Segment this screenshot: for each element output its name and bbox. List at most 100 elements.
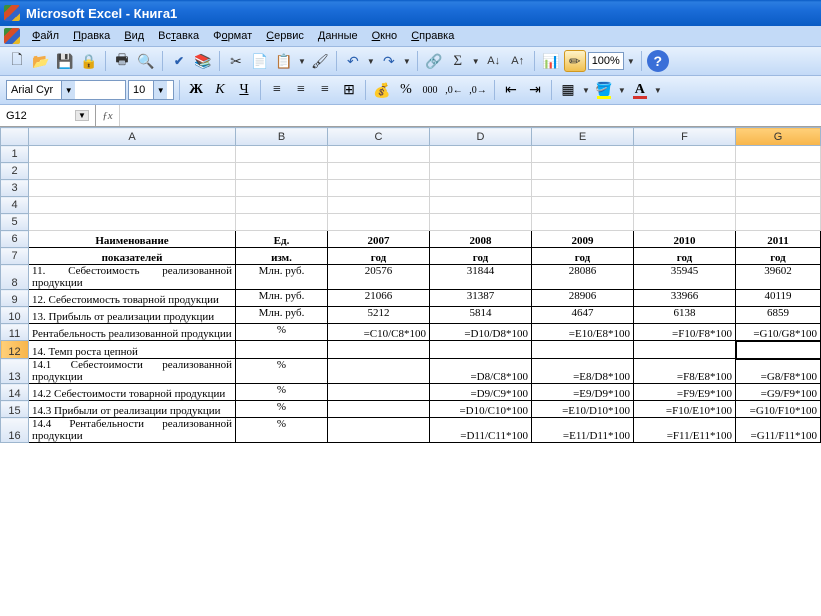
column-header[interactable]: F bbox=[634, 128, 736, 146]
table-header-cell[interactable]: показателей bbox=[29, 248, 236, 265]
autosum-dropdown[interactable]: ▼ bbox=[471, 57, 481, 66]
bold-button[interactable]: Ж bbox=[185, 79, 207, 101]
borders-button[interactable]: ▦ bbox=[557, 79, 579, 101]
align-left-button[interactable]: ≡ bbox=[266, 79, 288, 101]
cell[interactable]: 6138 bbox=[634, 307, 736, 324]
align-right-button[interactable]: ≡ bbox=[314, 79, 336, 101]
copy-button[interactable]: 📄 bbox=[249, 50, 271, 72]
cell[interactable] bbox=[328, 418, 430, 443]
table-header-cell[interactable]: 2007 bbox=[328, 231, 430, 248]
cell[interactable]: % bbox=[236, 359, 328, 384]
cell[interactable]: 31844 bbox=[430, 265, 532, 290]
row-header[interactable]: 2 bbox=[1, 163, 29, 180]
row-header[interactable]: 12 bbox=[1, 341, 29, 359]
align-center-button[interactable]: ≡ bbox=[290, 79, 312, 101]
cell[interactable]: =D10/D8*100 bbox=[430, 324, 532, 341]
cell[interactable]: 5814 bbox=[430, 307, 532, 324]
cell[interactable]: =F9/E9*100 bbox=[634, 384, 736, 401]
underline-button[interactable]: Ч bbox=[233, 79, 255, 101]
cell[interactable]: =G9/F9*100 bbox=[736, 384, 821, 401]
cell[interactable]: 12. Себестоимость товарной продукции bbox=[29, 290, 236, 307]
save-button[interactable]: 💾 bbox=[54, 50, 76, 72]
cell[interactable]: =G8/F8*100 bbox=[736, 359, 821, 384]
undo-button[interactable]: ↶ bbox=[342, 50, 364, 72]
undo-dropdown[interactable]: ▼ bbox=[366, 57, 376, 66]
cell[interactable]: 5212 bbox=[328, 307, 430, 324]
cell[interactable]: =F10/E10*100 bbox=[634, 401, 736, 418]
cell[interactable] bbox=[328, 401, 430, 418]
increase-indent-button[interactable]: ⇥ bbox=[524, 79, 546, 101]
table-header-cell[interactable]: 2010 bbox=[634, 231, 736, 248]
cut-button[interactable]: ✂ bbox=[225, 50, 247, 72]
drawing-button[interactable]: ✏ bbox=[564, 50, 586, 72]
column-header[interactable]: D bbox=[430, 128, 532, 146]
fx-icon[interactable]: ƒx bbox=[96, 105, 120, 126]
currency-button[interactable]: 💰 bbox=[371, 79, 393, 101]
cell[interactable]: 35945 bbox=[634, 265, 736, 290]
cell[interactable]: =E11/D11*100 bbox=[532, 418, 634, 443]
print-button[interactable]: 🖶 bbox=[111, 50, 133, 72]
row-header[interactable]: 15 bbox=[1, 401, 29, 418]
cell[interactable]: 31387 bbox=[430, 290, 532, 307]
row-header[interactable]: 8 bbox=[1, 265, 29, 290]
zoom-combo[interactable]: 100% bbox=[588, 52, 624, 70]
increase-decimal-button[interactable]: ,0← bbox=[443, 79, 465, 101]
system-menu-icon[interactable] bbox=[4, 28, 20, 44]
chevron-down-icon[interactable]: ▼ bbox=[75, 110, 89, 121]
cell[interactable]: =D10/C10*100 bbox=[430, 401, 532, 418]
menu-файл[interactable]: Файл bbox=[26, 28, 65, 44]
cell[interactable]: =G11/F11*100 bbox=[736, 418, 821, 443]
cell[interactable]: 14.1 Себестоимости реализованной продукц… bbox=[29, 359, 236, 384]
row-header[interactable]: 3 bbox=[1, 180, 29, 197]
menu-правка[interactable]: Правка bbox=[67, 28, 116, 44]
fill-color-dropdown[interactable]: ▼ bbox=[617, 86, 627, 95]
cell[interactable] bbox=[736, 341, 821, 359]
cell[interactable]: =F8/E8*100 bbox=[634, 359, 736, 384]
paste-button[interactable]: 📋 bbox=[273, 50, 295, 72]
menu-вставка[interactable]: Вставка bbox=[152, 28, 205, 44]
decrease-indent-button[interactable]: ⇤ bbox=[500, 79, 522, 101]
sort-desc-button[interactable]: A↑ bbox=[507, 50, 529, 72]
menu-данные[interactable]: Данные bbox=[312, 28, 364, 44]
cell[interactable]: Млн. руб. bbox=[236, 265, 328, 290]
print-preview-button[interactable]: 🔍 bbox=[135, 50, 157, 72]
cell[interactable] bbox=[328, 384, 430, 401]
paste-dropdown[interactable]: ▼ bbox=[297, 57, 307, 66]
name-box[interactable]: G12 ▼ bbox=[0, 105, 96, 126]
cell[interactable]: 33966 bbox=[634, 290, 736, 307]
table-header-cell[interactable]: год bbox=[736, 248, 821, 265]
cell[interactable]: 14. Темп роста цепной bbox=[29, 341, 236, 359]
row-header[interactable]: 7 bbox=[1, 248, 29, 265]
help-button[interactable]: ? bbox=[647, 50, 669, 72]
table-header-cell[interactable]: год bbox=[634, 248, 736, 265]
column-header[interactable]: G bbox=[736, 128, 821, 146]
cell[interactable]: =F10/F8*100 bbox=[634, 324, 736, 341]
select-all-corner[interactable] bbox=[1, 128, 29, 146]
spreadsheet-grid[interactable]: ABCDEFG 1 2 3 4 5 6 Наименование Ед. 200… bbox=[0, 127, 821, 443]
font-color-dropdown[interactable]: ▼ bbox=[653, 86, 663, 95]
row-header[interactable]: 9 bbox=[1, 290, 29, 307]
cell[interactable] bbox=[430, 341, 532, 359]
row-header[interactable]: 16 bbox=[1, 418, 29, 443]
cell[interactable] bbox=[236, 341, 328, 359]
row-header[interactable]: 1 bbox=[1, 146, 29, 163]
row-header[interactable]: 6 bbox=[1, 231, 29, 248]
menu-вид[interactable]: Вид bbox=[118, 28, 150, 44]
cell[interactable]: =E9/D9*100 bbox=[532, 384, 634, 401]
open-button[interactable]: 📂 bbox=[30, 50, 52, 72]
cell[interactable]: 4647 bbox=[532, 307, 634, 324]
cell[interactable]: =E8/D8*100 bbox=[532, 359, 634, 384]
cell[interactable] bbox=[532, 341, 634, 359]
table-header-cell[interactable]: изм. bbox=[236, 248, 328, 265]
cell[interactable]: Млн. руб. bbox=[236, 290, 328, 307]
cell[interactable]: =G10/G8*100 bbox=[736, 324, 821, 341]
row-header[interactable]: 14 bbox=[1, 384, 29, 401]
fill-color-button[interactable]: 🪣 bbox=[593, 79, 615, 101]
cell[interactable]: 21066 bbox=[328, 290, 430, 307]
chart-wizard-button[interactable]: 📊 bbox=[540, 50, 562, 72]
column-header[interactable]: C bbox=[328, 128, 430, 146]
italic-button[interactable]: К bbox=[209, 79, 231, 101]
row-header[interactable]: 10 bbox=[1, 307, 29, 324]
percent-button[interactable]: % bbox=[395, 79, 417, 101]
cell[interactable] bbox=[634, 341, 736, 359]
